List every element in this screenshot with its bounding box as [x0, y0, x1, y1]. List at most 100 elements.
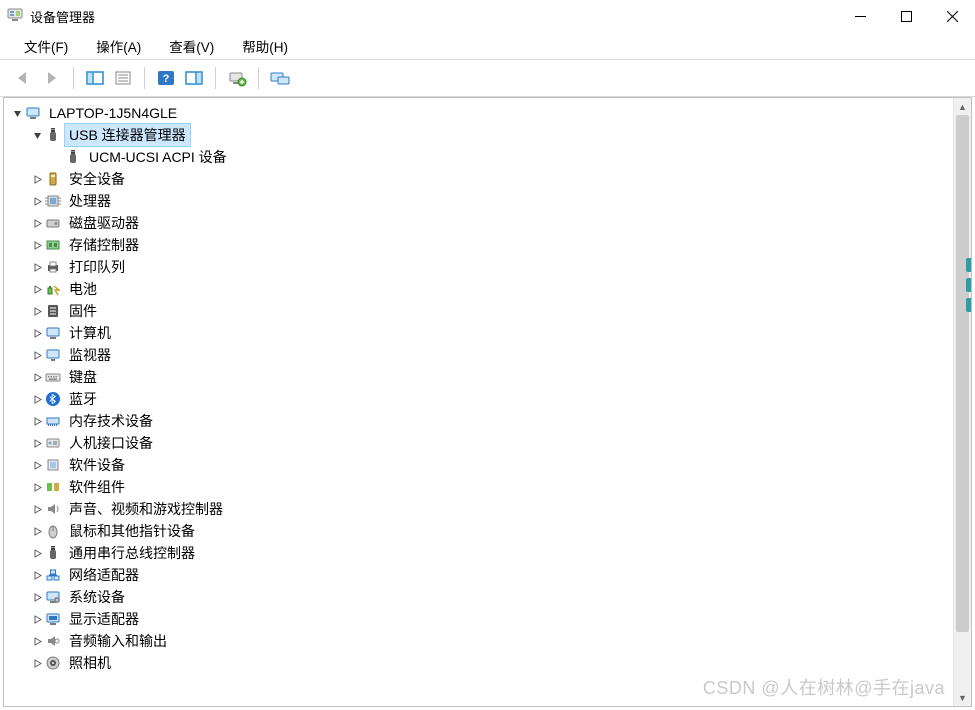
software-component-icon [44, 479, 62, 495]
tree-item-15[interactable]: 软件组件 [4, 476, 953, 498]
tree-item-17[interactable]: 鼠标和其他指针设备 [4, 520, 953, 542]
network-icon [44, 567, 62, 583]
tree-item-label: 软件组件 [65, 476, 129, 498]
tree-item-7[interactable]: 固件 [4, 300, 953, 322]
tree-item-4[interactable]: 存储控制器 [4, 234, 953, 256]
expander-icon[interactable] [30, 637, 44, 646]
tree-item-6[interactable]: 电池 [4, 278, 953, 300]
menu-file[interactable]: 文件(F) [10, 33, 82, 59]
menu-action[interactable]: 操作(A) [82, 33, 155, 59]
vertical-scrollbar[interactable]: ▲ ▼ [953, 98, 971, 706]
tree-item-0[interactable]: USB 连接器管理器 [4, 124, 953, 146]
tree-item-22[interactable]: 音频输入和输出 [4, 630, 953, 652]
tree-item-label: 磁盘驱动器 [65, 212, 143, 234]
security-icon [44, 171, 62, 187]
tree-item-label: 人机接口设备 [65, 432, 157, 454]
expander-icon[interactable] [30, 131, 44, 140]
menubar: 文件(F) 操作(A) 查看(V) 帮助(H) [0, 33, 975, 59]
tree-item-13[interactable]: 人机接口设备 [4, 432, 953, 454]
audio-io-icon [44, 633, 62, 649]
tree-item-11[interactable]: 蓝牙 [4, 388, 953, 410]
tree-item-18[interactable]: 通用串行总线控制器 [4, 542, 953, 564]
device-tree[interactable]: LAPTOP-1J5N4GLE USB 连接器管理器 UCM-UCSI ACPI… [4, 98, 953, 706]
cpu-icon [44, 193, 62, 209]
tree-item-2[interactable]: 处理器 [4, 190, 953, 212]
tree-item-9[interactable]: 监视器 [4, 344, 953, 366]
forward-button[interactable] [38, 64, 66, 92]
scroll-up-arrow[interactable]: ▲ [954, 98, 971, 115]
expander-icon[interactable] [30, 219, 44, 228]
back-button[interactable] [10, 64, 38, 92]
tree-item-label: 蓝牙 [65, 388, 101, 410]
tree-item-3[interactable]: 磁盘驱动器 [4, 212, 953, 234]
expander-icon[interactable] [30, 285, 44, 294]
tree-item-23[interactable]: 照相机 [4, 652, 953, 674]
toolbar-separator [73, 67, 74, 89]
printer-icon [44, 259, 62, 275]
expander-icon[interactable] [30, 571, 44, 580]
maximize-button[interactable] [883, 0, 929, 33]
expander-icon[interactable] [30, 505, 44, 514]
tree-item-root[interactable]: LAPTOP-1J5N4GLE [4, 102, 953, 124]
tree-item-0-0[interactable]: UCM-UCSI ACPI 设备 [4, 146, 953, 168]
tree-item-19[interactable]: 网络适配器 [4, 564, 953, 586]
toolbar: ? [0, 59, 975, 97]
tree-item-label: 存储控制器 [65, 234, 143, 256]
tree-item-21[interactable]: 显示适配器 [4, 608, 953, 630]
help-button[interactable]: ? [152, 64, 180, 92]
scrollbar-thumb[interactable] [956, 115, 969, 632]
close-button[interactable] [929, 0, 975, 33]
tree-item-label: 软件设备 [65, 454, 129, 476]
expander-icon[interactable] [30, 483, 44, 492]
expander-icon[interactable] [30, 593, 44, 602]
action-pane-button[interactable] [180, 64, 208, 92]
minimize-button[interactable] [837, 0, 883, 33]
expander-icon[interactable] [30, 329, 44, 338]
expander-icon[interactable] [30, 659, 44, 668]
software-device-icon [44, 457, 62, 473]
expander-icon[interactable] [30, 615, 44, 624]
expander-icon[interactable] [30, 549, 44, 558]
tree-item-8[interactable]: 计算机 [4, 322, 953, 344]
menu-help[interactable]: 帮助(H) [228, 33, 302, 59]
expander-icon[interactable] [30, 439, 44, 448]
expander-icon[interactable] [30, 461, 44, 470]
show-hide-tree-button[interactable] [81, 64, 109, 92]
tree-pane: LAPTOP-1J5N4GLE USB 连接器管理器 UCM-UCSI ACPI… [3, 97, 972, 707]
tree-item-label: 显示适配器 [65, 608, 143, 630]
remote-button[interactable] [266, 64, 294, 92]
menu-view[interactable]: 查看(V) [155, 33, 228, 59]
tree-item-1[interactable]: 安全设备 [4, 168, 953, 190]
tree-item-14[interactable]: 软件设备 [4, 454, 953, 476]
tree-item-20[interactable]: 系统设备 [4, 586, 953, 608]
tree-item-5[interactable]: 打印队列 [4, 256, 953, 278]
scan-hardware-button[interactable] [223, 64, 251, 92]
expander-icon[interactable] [30, 241, 44, 250]
expander-icon[interactable] [30, 417, 44, 426]
tree-item-10[interactable]: 键盘 [4, 366, 953, 388]
expander-icon[interactable] [30, 175, 44, 184]
properties-button[interactable] [109, 64, 137, 92]
usb-icon [64, 149, 82, 165]
tree-item-12[interactable]: 内存技术设备 [4, 410, 953, 432]
tree-item-label: UCM-UCSI ACPI 设备 [85, 146, 231, 168]
expander-icon[interactable] [30, 263, 44, 272]
tree-item-label: 网络适配器 [65, 564, 143, 586]
battery-icon [44, 281, 62, 297]
tree-item-label: 键盘 [65, 366, 101, 388]
tree-item-label: 固件 [65, 300, 101, 322]
tree-item-label: 打印队列 [65, 256, 129, 278]
expander-icon[interactable] [30, 197, 44, 206]
toolbar-separator [144, 67, 145, 89]
expander-icon[interactable] [30, 307, 44, 316]
expander-icon[interactable] [30, 395, 44, 404]
toolbar-separator [215, 67, 216, 89]
expander-icon[interactable] [30, 527, 44, 536]
memory-icon [44, 413, 62, 429]
hid-icon [44, 435, 62, 451]
expander-icon[interactable] [30, 373, 44, 382]
expander-icon[interactable] [30, 351, 44, 360]
scroll-down-arrow[interactable]: ▼ [954, 689, 971, 706]
expander-icon[interactable] [10, 109, 24, 118]
tree-item-16[interactable]: 声音、视频和游戏控制器 [4, 498, 953, 520]
